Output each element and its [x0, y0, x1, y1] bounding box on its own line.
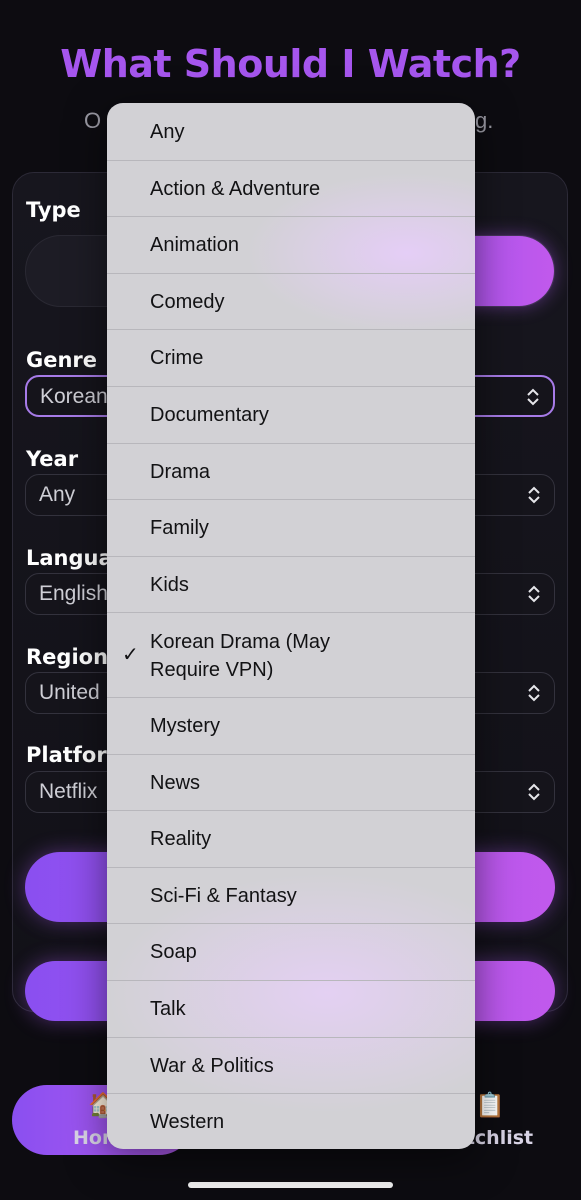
dropdown-option-kids[interactable]: Kids	[107, 556, 475, 612]
dropdown-option-label: Sci-Fi & Fantasy	[150, 885, 297, 907]
dropdown-option-soap[interactable]: Soap	[107, 923, 475, 980]
chevron-updown-icon	[528, 585, 540, 603]
dropdown-option-label: Crime	[150, 347, 204, 369]
subtitle-right: g.	[475, 108, 494, 133]
type-label: Type	[26, 198, 81, 222]
language-label: Langua	[26, 546, 113, 570]
dropdown-option-label: War & Politics	[150, 1055, 274, 1077]
dropdown-option-sci-fi-fantasy[interactable]: Sci-Fi & Fantasy	[107, 867, 475, 923]
home-indicator	[188, 1182, 393, 1188]
dropdown-option-label: Kids	[150, 574, 189, 596]
chevron-updown-icon	[528, 684, 540, 702]
dropdown-option-label: Comedy	[150, 291, 225, 313]
dropdown-option-news[interactable]: News	[107, 754, 475, 810]
dropdown-option-talk[interactable]: Talk	[107, 980, 475, 1037]
genre-select-value: Korean	[40, 385, 108, 408]
dropdown-option-label-line2: Require VPN)	[150, 659, 274, 681]
dropdown-option-label: Animation	[150, 234, 239, 256]
dropdown-option-label: News	[150, 772, 201, 794]
dropdown-option-western[interactable]: Western	[107, 1093, 475, 1149]
chevron-updown-icon	[528, 486, 540, 504]
year-select-value: Any	[39, 483, 76, 506]
platform-select-value: Netflix	[39, 780, 98, 803]
dropdown-option-comedy[interactable]: Comedy	[107, 273, 475, 329]
dropdown-option-animation[interactable]: Animation	[107, 216, 475, 273]
dropdown-option-reality[interactable]: Reality	[107, 810, 475, 867]
dropdown-option-documentary[interactable]: Documentary	[107, 386, 475, 443]
dropdown-option-drama[interactable]: Drama	[107, 443, 475, 499]
dropdown-option-label: Drama	[150, 461, 211, 483]
app-title: What Should I Watch?	[60, 42, 521, 86]
region-select-value: United	[39, 681, 100, 704]
dropdown-option-label: Talk	[150, 998, 186, 1020]
dropdown-option-label: Documentary	[150, 404, 269, 426]
dropdown-option-mystery[interactable]: Mystery	[107, 697, 475, 754]
year-label: Year	[26, 447, 79, 471]
chevron-updown-icon	[528, 783, 540, 801]
dropdown-option-action-adventure[interactable]: Action & Adventure	[107, 160, 475, 216]
checkmark-icon: ✓	[122, 644, 139, 666]
dropdown-option-label: Any	[150, 121, 185, 143]
dropdown-option-label: Western	[150, 1111, 225, 1133]
dropdown-option-label: Reality	[150, 828, 212, 850]
dropdown-option-crime[interactable]: Crime	[107, 329, 475, 386]
dropdown-option-war-politics[interactable]: War & Politics	[107, 1037, 475, 1093]
genre-label: Genre	[26, 348, 98, 372]
dropdown-option-label: Family	[150, 517, 209, 539]
dropdown-option-label: Soap	[150, 941, 197, 963]
dropdown-option-any[interactable]: Any	[107, 103, 475, 160]
clipboard-icon: 📋	[475, 1092, 505, 1119]
language-select-value: English	[39, 582, 108, 605]
chevron-updown-icon	[527, 388, 539, 406]
dropdown-option-label: Action & Adventure	[150, 178, 321, 200]
dropdown-option-family[interactable]: Family	[107, 499, 475, 556]
dropdown-option-label-line1: Korean Drama (May	[150, 631, 331, 653]
dropdown-option-korean-drama[interactable]: ✓ Korean Drama (May Require VPN)	[107, 612, 475, 697]
region-label: Region	[26, 645, 109, 669]
subtitle-left: O	[84, 108, 102, 133]
genre-dropdown-menu: Any Action & Adventure Animation Comedy …	[107, 103, 475, 1149]
dropdown-option-label: Mystery	[150, 715, 220, 737]
